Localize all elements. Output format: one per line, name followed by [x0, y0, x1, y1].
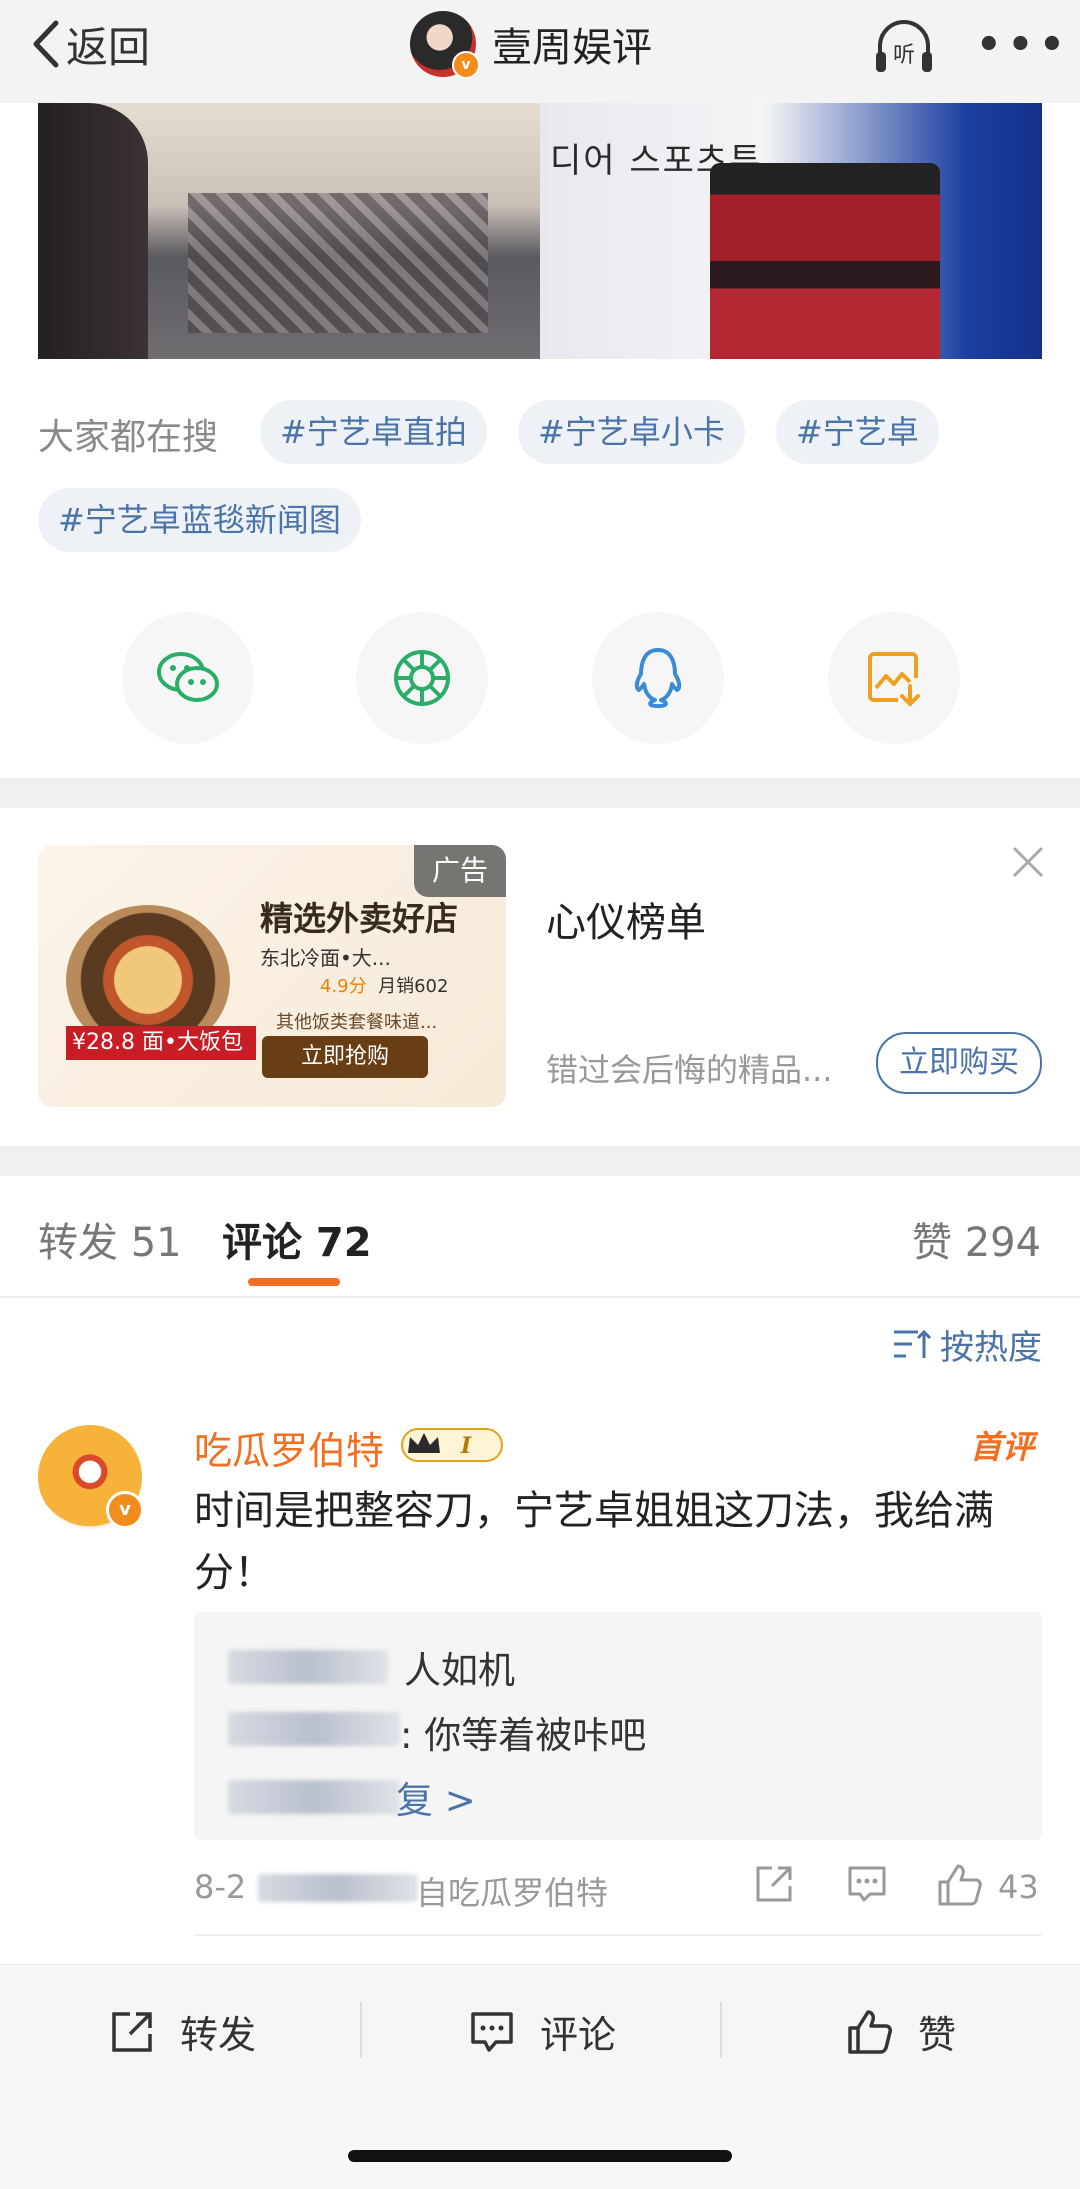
comment-username[interactable]: 吃瓜罗伯特: [194, 1420, 384, 1475]
save-image-button[interactable]: [828, 612, 960, 744]
account-header[interactable]: v 壹周娱评: [410, 11, 652, 79]
comment-source: 自吃瓜罗伯特: [416, 1874, 609, 1912]
divider: [720, 2002, 722, 2058]
search-tag[interactable]: #宁艺卓直拍: [260, 400, 487, 464]
repost-button[interactable]: 转发: [108, 2004, 256, 2059]
comment-label: 评论: [540, 2013, 617, 2057]
repost-icon: [112, 2011, 152, 2052]
comment-icon: [471, 2011, 513, 2052]
tab-active-indicator: [248, 1278, 340, 1286]
listen-label: 听: [893, 43, 915, 68]
ad-badge: 广告: [414, 845, 506, 897]
blurred-username: [228, 1650, 388, 1684]
tab-like[interactable]: 赞 294: [912, 1210, 1041, 1268]
back-label: 返回: [66, 22, 151, 72]
ad-buy-button[interactable]: 立即购买: [876, 1032, 1042, 1094]
reply-text: 人如机: [404, 1649, 515, 1692]
ad-image-price: ¥28.8 面•大饭包: [66, 1026, 256, 1060]
section-divider: [0, 778, 1080, 808]
like-button[interactable]: 赞: [846, 2004, 956, 2059]
comment-text: 时间是把整容刀，宁艺卓姐姐这刀法，我给满分！: [194, 1488, 994, 1596]
close-icon[interactable]: [1008, 842, 1048, 882]
view-more-replies-link[interactable]: 复 >: [396, 1770, 476, 1824]
like-label: 赞: [918, 2013, 957, 2057]
ad-image-button: 立即抢购: [262, 1036, 428, 1078]
more-options-button[interactable]: •••: [976, 22, 1071, 68]
divider: [0, 1296, 1080, 1298]
fan-level-badge: I: [401, 1428, 503, 1462]
tab-comment[interactable]: 评论 72: [222, 1210, 372, 1268]
ad-image-title: 精选外卖好店: [260, 899, 458, 938]
divider: [360, 2002, 362, 2058]
comment-button[interactable]: 评论: [468, 2004, 616, 2059]
search-tag[interactable]: #宁艺卓: [776, 400, 939, 464]
search-tag[interactable]: #宁艺卓蓝毯新闻图: [38, 488, 361, 552]
share-wechat-button[interactable]: [122, 612, 254, 744]
reply-text: : 你等着被咔吧: [400, 1714, 647, 1757]
avatar[interactable]: v: [410, 11, 480, 79]
ad-image-subtitle: 其他饭类套餐味道...: [276, 1012, 438, 1033]
qq-icon: [634, 648, 682, 708]
share-icon[interactable]: [752, 1862, 796, 1906]
first-comment-tag: 首评: [970, 1428, 1035, 1466]
fan-level: I: [460, 1433, 472, 1459]
ad-description[interactable]: 错过会后悔的精品...: [546, 1045, 833, 1091]
listen-icon[interactable]: 听: [872, 16, 936, 80]
wechat-icon: [157, 652, 219, 702]
ad-image-shop: 东北冷面•大...: [260, 946, 391, 970]
repost-label: 转发: [180, 2013, 257, 2057]
chevron-left-icon: [33, 20, 59, 68]
hot-search-label: 大家都在搜: [38, 417, 219, 458]
thumbs-up-icon: [848, 2009, 892, 2054]
save-image-icon: [868, 652, 920, 707]
reply-icon[interactable]: [844, 1862, 890, 1906]
verified-icon: v: [452, 51, 480, 79]
account-name: 壹周娱评: [492, 25, 652, 71]
back-button[interactable]: 返回: [30, 14, 150, 74]
post-image-right: 디어 스포츠투: [540, 103, 1042, 359]
blurred-timestamp: [258, 1874, 418, 1902]
verified-icon: v: [106, 1491, 144, 1529]
share-qq-button[interactable]: [592, 612, 724, 744]
sort-icon: [894, 1329, 932, 1358]
divider: [194, 1934, 1042, 1936]
comment-like-count: 43: [998, 1868, 1039, 1906]
post-image-left: [38, 103, 540, 359]
blurred-username: [228, 1712, 400, 1746]
comment-time: 8-2: [194, 1868, 247, 1906]
search-tag[interactable]: #宁艺卓小卡: [518, 400, 745, 464]
sort-button[interactable]: 按热度: [892, 1320, 1042, 1369]
ad-image-score: 4.9分 月销602: [320, 976, 449, 997]
moments-icon: [394, 650, 450, 706]
section-divider: [0, 1146, 1080, 1176]
blurred-username: [228, 1780, 400, 1814]
sort-label: 按热度: [940, 1328, 1042, 1368]
ad-name[interactable]: 心仪榜单: [546, 890, 706, 948]
post-image[interactable]: 디어 스포츠투: [38, 103, 1042, 359]
like-icon[interactable]: [936, 1862, 984, 1908]
home-indicator[interactable]: [348, 2150, 732, 2162]
comment-avatar[interactable]: v: [38, 1425, 144, 1529]
share-moments-button[interactable]: [356, 612, 488, 744]
tab-repost[interactable]: 转发 51: [38, 1210, 182, 1268]
